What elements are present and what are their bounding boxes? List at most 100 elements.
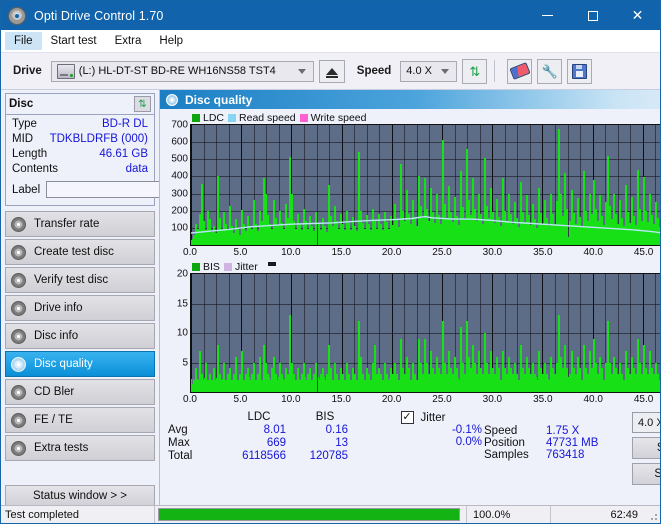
- sidebar-item-transfer-rate[interactable]: Transfer rate: [5, 211, 155, 237]
- eject-button[interactable]: [319, 60, 345, 83]
- x-tick-label: 45.0: [634, 247, 653, 258]
- resize-grip[interactable]: [646, 506, 660, 523]
- ldc-chart: LDC Read speed Write speed 100 200 300 400 5…: [162, 111, 661, 260]
- panel-header: Disc quality: [160, 90, 661, 109]
- legend-swatch-icon: [224, 263, 232, 271]
- sidebar-item-verify-test-disc[interactable]: Verify test disc: [5, 267, 155, 293]
- sidebar-item-disc-info[interactable]: Disc info: [5, 323, 155, 349]
- bis-legend: BIS Jitter: [162, 260, 661, 273]
- jitter-label: Jitter: [421, 412, 446, 424]
- speed-select[interactable]: 4.0 X: [400, 61, 457, 82]
- window-controls: ✕: [525, 1, 660, 30]
- stats-avg-ldc: 8.01: [224, 424, 294, 436]
- x-tick-label: 15.0: [331, 247, 350, 258]
- bis-plot-row: 5101520 2%4%6%8%10%: [162, 273, 661, 393]
- disc-label-caption: Label: [12, 184, 40, 196]
- sidebar-item-create-test-disc[interactable]: Create test disc: [5, 239, 155, 265]
- disc-type-label: Type: [12, 117, 37, 132]
- drive-select-value: (L:) HL-DT-ST BD-RE WH16NS58 TST4: [79, 65, 276, 77]
- legend-label: BIS: [203, 261, 220, 273]
- disc-icon: [11, 441, 26, 456]
- y-tick-label: 100: [171, 222, 188, 233]
- sidebar-item-drive-info[interactable]: Drive info: [5, 295, 155, 321]
- stats-header-bis: BIS: [294, 411, 356, 423]
- disc-refresh-button[interactable]: ⇅: [134, 96, 151, 112]
- drive-select[interactable]: (L:) HL-DT-ST BD-RE WH16NS58 TST4: [51, 61, 314, 82]
- progress-fill: [159, 509, 459, 520]
- sidebar-item-fe-te[interactable]: FE / TE: [5, 407, 155, 433]
- close-icon[interactable]: ✕: [615, 1, 660, 30]
- disc-length-value: 46.61 GB: [99, 147, 148, 162]
- x-tick-label: 25.0: [432, 394, 451, 405]
- app-icon: [8, 7, 26, 25]
- samples-value: 763418: [546, 449, 584, 461]
- stats-max-ldc: 669: [224, 437, 294, 449]
- y-tick-label: 700: [171, 120, 188, 131]
- sidebar-item-label: Transfer rate: [34, 218, 99, 230]
- jitter-header: ✓ Jitter: [362, 411, 484, 424]
- save-button[interactable]: [567, 59, 592, 84]
- x-tick-label: 35.0: [533, 247, 552, 258]
- sidebar: Disc ⇅ Type BD-R DL MID TDKBLDRFB (000): [1, 90, 159, 511]
- stats-row-label-max: Max: [168, 437, 224, 449]
- legend-label: LDC: [203, 112, 224, 124]
- menu-extra[interactable]: Extra: [106, 32, 151, 50]
- sidebar-item-label: CD Bler: [34, 386, 74, 398]
- erase-button[interactable]: [507, 59, 532, 84]
- x-tick-label: 30.0: [483, 247, 502, 258]
- speed-label: Speed: [357, 65, 392, 77]
- samples-row: Samples 763418: [484, 449, 632, 461]
- disc-icon: [11, 413, 26, 428]
- disc-icon: [11, 245, 26, 260]
- refresh-button[interactable]: ⇅: [462, 59, 487, 84]
- title-bar: Opti Drive Control 1.70 ✕: [1, 1, 660, 30]
- sidebar-item-extra-tests[interactable]: Extra tests: [5, 435, 155, 461]
- x-tick-label: 0.0: [183, 247, 197, 258]
- status-window-button[interactable]: Status window > >: [5, 485, 155, 507]
- menu-start-test[interactable]: Start test: [42, 32, 106, 50]
- speed-stat-label: Speed: [484, 425, 546, 437]
- disc-icon: [11, 273, 26, 288]
- ldc-legend: LDC Read speed Write speed: [162, 111, 661, 124]
- sidebar-item-disc-quality[interactable]: Disc quality: [5, 351, 155, 377]
- sidebar-item-label: Create test disc: [34, 246, 114, 258]
- test-speed-select[interactable]: 4.0 X: [632, 412, 661, 433]
- x-tick-label: 10.0: [281, 247, 300, 258]
- minimize-icon[interactable]: [525, 1, 570, 30]
- sidebar-item-cd-bler[interactable]: CD Bler: [5, 379, 155, 405]
- legend-write-speed: Write speed: [300, 112, 367, 124]
- start-full-button[interactable]: Start full: [632, 437, 661, 459]
- menu-help[interactable]: Help: [150, 32, 192, 50]
- disc-icon: [11, 329, 26, 344]
- disc-label-row: Label: [10, 180, 150, 201]
- progress-bar: [158, 508, 460, 521]
- elapsed-time: 62:49: [550, 506, 646, 523]
- start-part-button[interactable]: Start part: [632, 463, 661, 485]
- menu-file[interactable]: File: [5, 32, 42, 50]
- legend-swatch-icon: [300, 114, 308, 122]
- tools-button[interactable]: 🔧: [537, 59, 562, 84]
- y-tick-label: 5: [182, 357, 188, 368]
- stats-table: LDC BIS Avg 8.01 0.16 Max 669 13 Total 6…: [168, 411, 356, 479]
- nav-list: Transfer rate Create test disc Verify te…: [5, 211, 155, 463]
- window-title: Opti Drive Control 1.70: [34, 9, 163, 23]
- bis-chart: BIS Jitter 5101520 2%4%6%8%10% 0.05.010: [162, 260, 661, 407]
- legend-marker-icon: [268, 262, 276, 266]
- x-tick-label: 20.0: [382, 394, 401, 405]
- x-tick-label: 40.0: [583, 247, 602, 258]
- disc-box-title: Disc: [9, 98, 33, 110]
- sidebar-item-label: Verify test disc: [34, 274, 108, 286]
- ldc-plot-area: [190, 124, 661, 246]
- eject-icon: [326, 68, 338, 75]
- legend-swatch-icon: [228, 114, 236, 122]
- position-value: 47731 MB: [546, 437, 598, 449]
- refresh-icon: ⇅: [469, 65, 480, 78]
- stats-total-ldc: 6118566: [224, 450, 294, 462]
- disc-box-header: Disc ⇅: [6, 94, 154, 115]
- jitter-max-value: 0.0%: [362, 436, 484, 448]
- speed-column: Speed 1.75 X Position 47731 MB Samples 7…: [484, 411, 632, 479]
- maximize-icon[interactable]: [570, 1, 615, 30]
- x-tick-label: 5.0: [233, 394, 247, 405]
- bis-y-axis: 5 10 15 20: [162, 273, 190, 393]
- jitter-checkbox[interactable]: ✓: [401, 411, 414, 424]
